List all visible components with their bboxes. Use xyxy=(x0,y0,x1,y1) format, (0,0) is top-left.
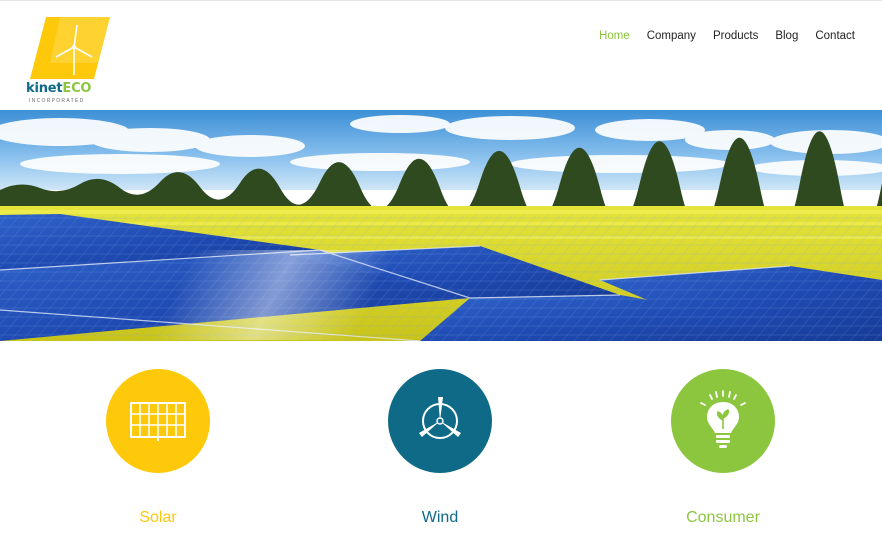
nav-home[interactable]: Home xyxy=(599,30,630,42)
solar-panel-icon xyxy=(130,402,186,441)
nav-contact[interactable]: Contact xyxy=(815,30,855,42)
wind-circle xyxy=(388,369,492,473)
hero-banner xyxy=(0,110,882,341)
wind-turbine-icon xyxy=(419,397,461,439)
logo-name-part1: kinet xyxy=(26,81,63,96)
main-nav: Home Company Products Blog Contact xyxy=(582,30,855,42)
consumer-circle xyxy=(671,369,775,473)
lightbulb-plant-icon xyxy=(700,390,746,448)
nav-company[interactable]: Company xyxy=(647,30,696,42)
logo-subtitle: INCORPORATED xyxy=(29,98,85,104)
nav-products[interactable]: Products xyxy=(713,30,758,42)
feature-wind-title: Wind xyxy=(421,509,459,526)
nav-blog[interactable]: Blog xyxy=(775,30,798,42)
feature-consumer[interactable]: Consumer xyxy=(643,369,803,527)
site-header: kinetECO INCORPORATED Home Company Produ… xyxy=(0,0,882,110)
feature-section: Solar Wind Consumer xyxy=(0,341,882,550)
logo-name-part2: ECO xyxy=(62,81,92,96)
feature-wind[interactable]: Wind xyxy=(360,369,520,527)
site-logo[interactable]: kinetECO INCORPORATED xyxy=(26,17,112,104)
logo-wordmark: kinetECO xyxy=(26,81,91,96)
feature-consumer-title: Consumer xyxy=(686,509,760,526)
hero-image xyxy=(0,110,882,341)
logo-wind-turbine-icon xyxy=(30,17,110,79)
feature-solar-title: Solar xyxy=(139,509,177,526)
solar-circle xyxy=(106,369,210,473)
feature-solar[interactable]: Solar xyxy=(78,369,238,527)
